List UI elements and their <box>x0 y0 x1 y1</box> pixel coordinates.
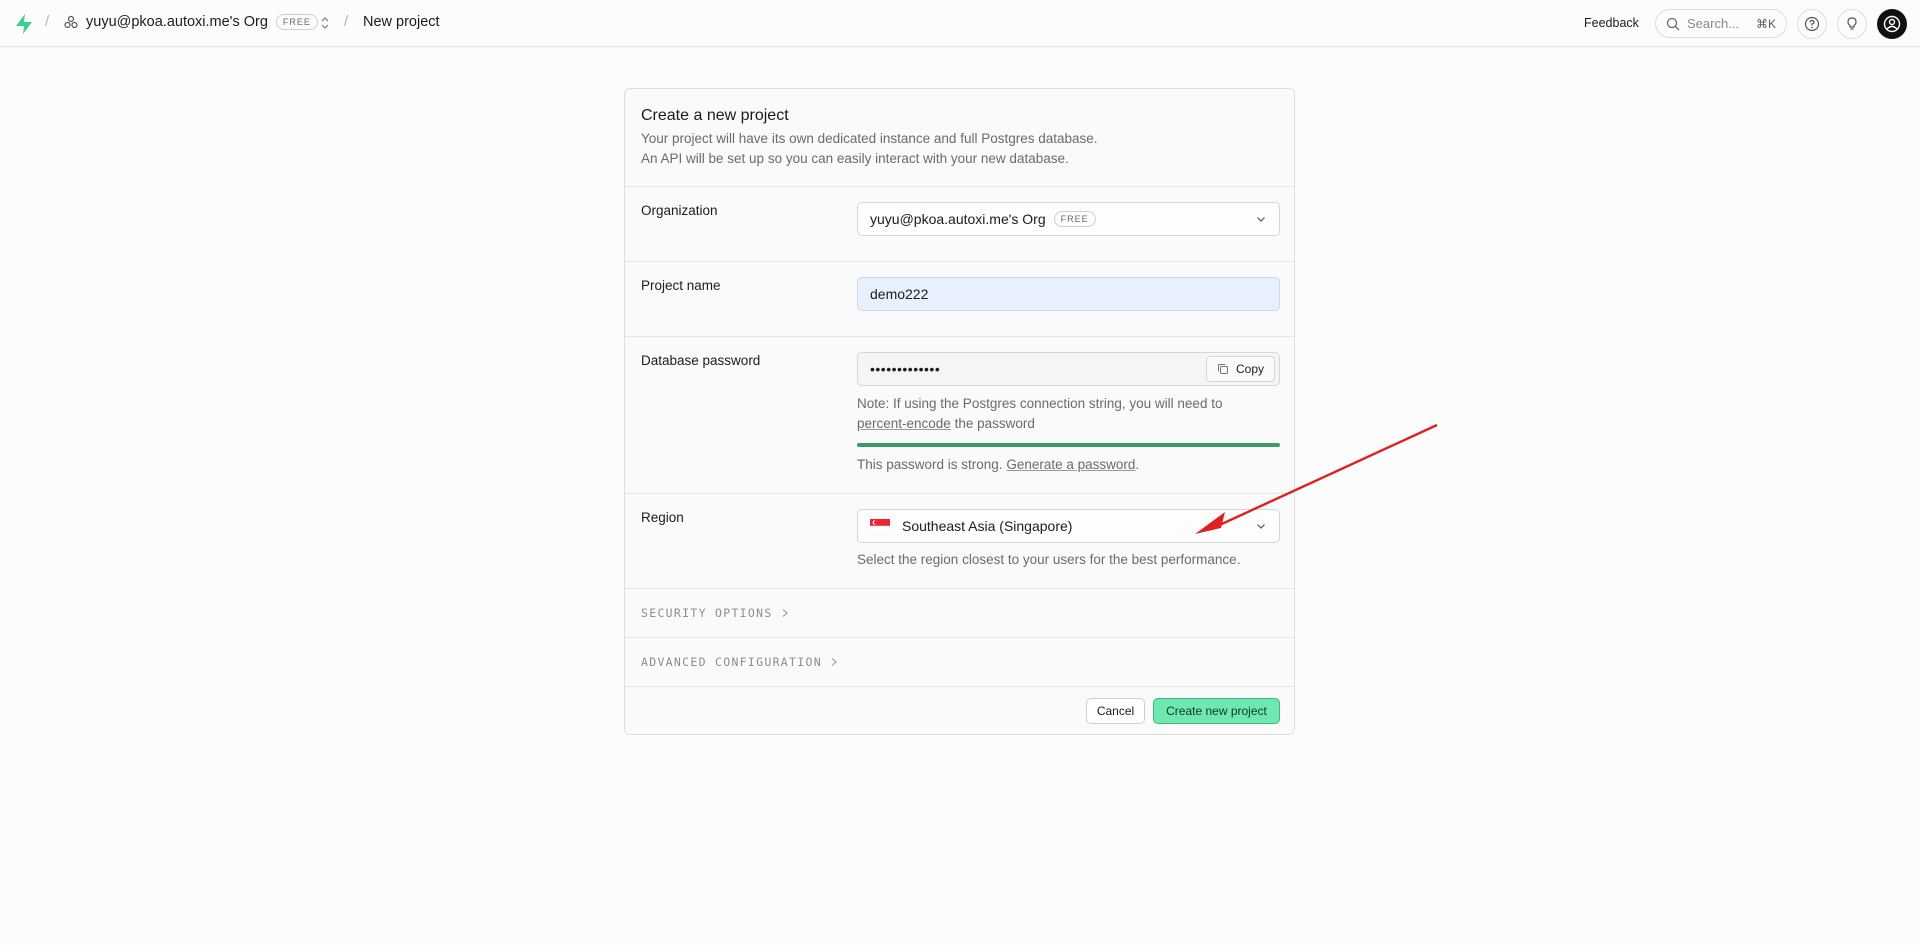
advanced-configuration-label: ADVANCED CONFIGURATION <box>641 655 822 669</box>
region-hint: Select the region closest to your users … <box>857 552 1241 567</box>
help-button[interactable] <box>1797 9 1827 39</box>
password-note-suffix: the password <box>954 416 1035 431</box>
percent-encode-link[interactable]: percent-encode <box>857 416 951 431</box>
plan-badge: FREE <box>275 14 318 30</box>
organization-value: yuyu@pkoa.autoxi.me's Org <box>870 211 1046 227</box>
lightbulb-icon <box>1847 17 1857 30</box>
chevron-down-icon <box>1257 524 1265 529</box>
help-icon <box>1804 16 1820 32</box>
chevron-up-down-icon[interactable] <box>320 15 330 31</box>
copy-password-button[interactable]: Copy <box>1205 356 1275 382</box>
password-note: Note: If using the Postgres connection s… <box>857 394 1287 434</box>
copy-icon <box>1217 364 1228 374</box>
organization-label: Organization <box>641 203 718 218</box>
project-name-input[interactable]: demo222 <box>857 277 1280 311</box>
divider <box>625 186 1294 187</box>
divider <box>625 261 1294 262</box>
divider <box>625 336 1294 337</box>
user-icon <box>1883 15 1901 33</box>
region-value: Southeast Asia (Singapore) <box>902 518 1073 534</box>
region-label: Region <box>641 510 684 525</box>
chevron-right-icon <box>831 658 837 666</box>
region-select[interactable]: Southeast Asia (Singapore) <box>857 509 1280 543</box>
chevron-right-icon <box>782 609 788 617</box>
card-description-line1: Your project will have its own dedicated… <box>641 131 1098 146</box>
password-masked-value: ••••••••••••• <box>870 361 941 377</box>
breadcrumb-separator: / <box>45 13 50 30</box>
password-strength-fill <box>857 443 1280 447</box>
password-note-text: Note: If using the Postgres connection s… <box>857 396 1223 411</box>
card-header: Create a new project Your project will h… <box>641 107 1098 169</box>
create-project-button[interactable]: Create new project <box>1153 698 1280 724</box>
create-project-card: Create a new project Your project will h… <box>624 88 1295 735</box>
feedback-button[interactable]: Feedback <box>1584 16 1639 30</box>
org-breadcrumb[interactable]: yuyu@pkoa.autoxi.me's Org FREE <box>64 14 318 30</box>
card-description-line2: An API will be set up so you can easily … <box>641 151 1069 166</box>
search-icon <box>1666 17 1680 30</box>
divider <box>625 493 1294 494</box>
org-icon <box>64 15 78 29</box>
organization-plan-badge: FREE <box>1053 211 1096 227</box>
project-name-label: Project name <box>641 278 721 293</box>
project-breadcrumb[interactable]: New project <box>363 14 440 30</box>
database-password-input[interactable]: ••••••••••••• Copy <box>857 352 1280 386</box>
org-name: yuyu@pkoa.autoxi.me's Org <box>86 14 268 30</box>
advanced-configuration-toggle[interactable]: ADVANCED CONFIGURATION <box>641 655 838 669</box>
generate-suffix: . <box>1135 457 1140 472</box>
tips-button[interactable] <box>1837 9 1867 39</box>
divider <box>625 637 1294 638</box>
divider <box>625 686 1294 687</box>
singapore-flag-icon <box>870 519 890 533</box>
copy-label: Copy <box>1235 362 1264 376</box>
organization-select[interactable]: yuyu@pkoa.autoxi.me's Org FREE <box>857 202 1280 236</box>
generate-password-link[interactable]: Generate a password <box>1006 457 1135 472</box>
security-options-toggle[interactable]: SECURITY OPTIONS <box>641 606 789 620</box>
search-placeholder: Search... <box>1687 16 1740 31</box>
breadcrumb-separator: / <box>344 13 349 30</box>
database-password-label: Database password <box>641 353 761 368</box>
search-button[interactable]: Search... ⌘K <box>1655 9 1787 38</box>
password-strength-text: This password is strong. <box>857 457 1003 472</box>
card-title: Create a new project <box>641 107 789 124</box>
security-options-label: SECURITY OPTIONS <box>641 606 773 620</box>
user-avatar[interactable] <box>1877 9 1907 39</box>
search-shortcut: ⌘K <box>1755 16 1776 31</box>
cancel-button[interactable]: Cancel <box>1086 698 1145 724</box>
project-name-value: demo222 <box>870 286 929 302</box>
divider <box>625 588 1294 589</box>
password-strength-meter <box>857 443 1280 447</box>
chevron-down-icon <box>1257 217 1265 222</box>
supabase-logo-icon[interactable] <box>14 13 34 35</box>
password-strength-message: This password is strong. Generate a pass… <box>857 455 1287 475</box>
top-navigation-bar: / yuyu@pkoa.autoxi.me's Org FREE / New p… <box>0 0 1920 47</box>
